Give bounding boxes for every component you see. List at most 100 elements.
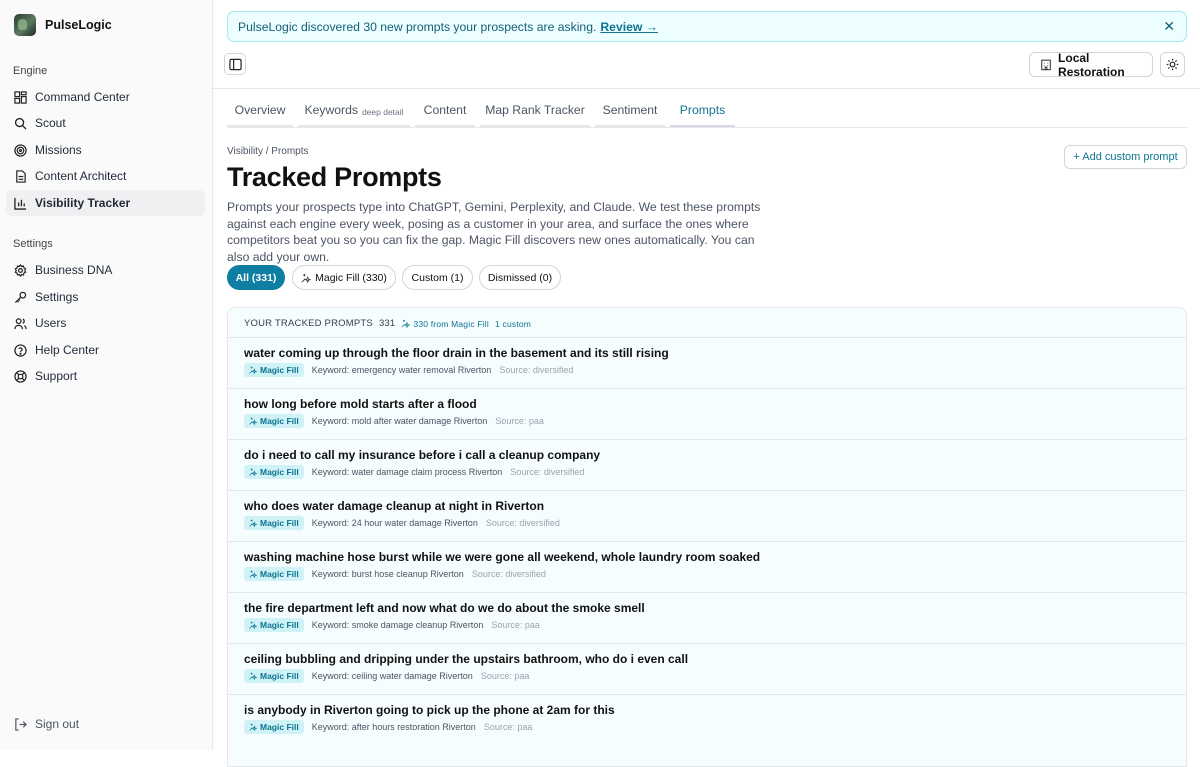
sparkle-icon — [249, 570, 257, 578]
sun-icon — [1166, 58, 1179, 71]
magic-fill-badge: Magic Fill — [244, 516, 304, 530]
sidebar-item-content-architect[interactable]: Content Architect — [6, 163, 205, 189]
toggle-sidebar-button[interactable] — [224, 53, 246, 75]
banner-review-link[interactable]: Review → — [600, 20, 658, 34]
magic-fill-count: 330 from Magic Fill — [401, 319, 489, 329]
tab-label: Content — [423, 103, 467, 117]
prompt-row[interactable]: do i need to call my insurance before i … — [228, 439, 1186, 490]
prompt-row[interactable]: water coming up through the floor drain … — [228, 337, 1186, 388]
tab-label: Map Rank Tracker — [485, 103, 585, 117]
breadcrumb: Visibility / Prompts — [227, 146, 309, 157]
list-heading: YOUR TRACKED PROMPTS — [244, 318, 373, 329]
prompt-row[interactable]: how long before mold starts after a floo… — [228, 388, 1186, 439]
badge-label: Magic Fill — [260, 467, 299, 477]
prompt-text: is anybody in Riverton going to pick up … — [244, 703, 615, 717]
sparkle-icon — [249, 519, 257, 527]
filter-all[interactable]: All (331) — [227, 265, 285, 290]
brand[interactable]: PulseLogic — [14, 14, 112, 36]
prompt-keyword: Keyword: burst hose cleanup Riverton — [311, 569, 464, 579]
sidebar-item-visibility-tracker[interactable]: Visibility Tracker — [6, 190, 205, 216]
tab-prompts[interactable]: Prompts — [670, 98, 735, 127]
badge-label: Magic Fill — [260, 569, 299, 579]
notification-banner: PulseLogic discovered 30 new prompts you… — [227, 11, 1187, 42]
gear-icon — [14, 263, 27, 277]
nav-section-engine: Engine — [13, 65, 48, 77]
prompt-source: Source: paa — [483, 722, 533, 732]
sidebar-item-command-center[interactable]: Command Center — [6, 84, 205, 110]
prompt-meta: Magic Fill Keyword: mold after water dama… — [244, 414, 544, 428]
badge-label: Magic Fill — [260, 365, 299, 375]
prompt-row[interactable]: who does water damage cleanup at night i… — [228, 490, 1186, 541]
sidebar-item-users[interactable]: Users — [6, 310, 205, 336]
tracked-prompts-card: YOUR TRACKED PROMPTS 331 330 from Magic … — [227, 307, 1187, 767]
tab-content[interactable]: Content — [415, 98, 475, 127]
help-icon — [14, 343, 27, 357]
prompt-keyword: Keyword: 24 hour water damage Riverton — [311, 518, 478, 528]
close-icon[interactable]: ✕ — [1163, 19, 1175, 33]
building-icon — [1041, 59, 1051, 71]
magic-fill-badge: Magic Fill — [244, 567, 304, 581]
search-icon — [14, 117, 27, 130]
add-custom-prompt-button[interactable]: + Add custom prompt — [1064, 145, 1187, 169]
filter-dismissed[interactable]: Dismissed (0) — [479, 265, 561, 290]
prompt-text: who does water damage cleanup at night i… — [244, 499, 545, 513]
brand-logo — [14, 14, 36, 36]
sparkle-icon — [249, 672, 257, 680]
brand-name: PulseLogic — [45, 18, 112, 32]
location-selector-button[interactable]: Local Restoration — [1029, 51, 1153, 79]
prompt-text: how long before mold starts after a floo… — [244, 397, 477, 411]
sidebar-item-label: Visibility Tracker — [35, 196, 131, 210]
prompt-keyword: Keyword: water damage claim process Rive… — [311, 467, 503, 477]
prompt-row[interactable]: is anybody in Riverton going to pick up … — [228, 694, 1186, 745]
prompt-source: Source: diversified — [485, 518, 560, 528]
badge-label: Magic Fill — [260, 416, 299, 426]
filter-magic-fill[interactable]: Magic Fill (330) — [292, 265, 396, 290]
magic-fill-badge: Magic Fill — [244, 363, 304, 377]
sparkle-icon — [249, 723, 257, 731]
prompt-row[interactable]: ceiling bubbling and dripping under the … — [228, 643, 1186, 694]
prompt-meta: Magic Fill Keyword: water damage claim pr… — [244, 465, 584, 479]
prompt-keyword: Keyword: after hours restoration Riverto… — [311, 722, 476, 732]
prompt-meta: Magic Fill Keyword: after hours restorati… — [244, 720, 532, 734]
tab-map-rank-tracker[interactable]: Map Rank Tracker — [480, 98, 590, 127]
prompt-meta: Magic Fill Keyword: emergency water remov… — [244, 363, 573, 377]
sidebar-item-label: Help Center — [35, 343, 100, 357]
sidebar-item-settings[interactable]: Settings — [6, 284, 205, 310]
sign-out-icon — [15, 717, 27, 731]
sidebar-item-missions[interactable]: Missions — [6, 137, 205, 163]
prompt-keyword: Keyword: ceiling water damage Riverton — [311, 671, 473, 681]
filter-label: Dismissed (0) — [487, 271, 553, 284]
tab-label: Overview — [234, 103, 286, 117]
banner-text: PulseLogic discovered 30 new prompts you… — [238, 19, 597, 34]
tab-label: Prompts — [679, 103, 726, 117]
tab-sentiment[interactable]: Sentiment — [595, 98, 665, 127]
sparkle-icon — [249, 366, 257, 374]
tab-overview[interactable]: Overview — [227, 98, 293, 127]
filter-label: All (331) — [235, 271, 277, 284]
prompt-source: Source: paa — [491, 620, 540, 630]
prompt-keyword: Keyword: mold after water damage Riverto… — [311, 416, 488, 426]
list-count: 331 — [378, 318, 396, 329]
prompt-row[interactable]: washing machine hose burst while we were… — [228, 541, 1186, 592]
sidebar-item-support[interactable]: Support — [6, 363, 205, 389]
sidebar-item-help-center[interactable]: Help Center — [6, 337, 205, 363]
sparkle-icon — [401, 319, 411, 328]
prompt-row[interactable]: the fire department left and now what do… — [228, 592, 1186, 643]
page-title: Tracked Prompts — [227, 162, 442, 192]
prompt-source: Source: diversified — [510, 467, 585, 477]
target-icon — [14, 143, 27, 157]
filter-label: Magic Fill (330) — [315, 271, 387, 284]
sparkle-icon — [249, 468, 257, 476]
sidebar-item-business-dna[interactable]: Business DNA — [6, 257, 205, 283]
magic-fill-count-label: 330 from Magic Fill — [413, 318, 489, 329]
sidebar-item-scout[interactable]: Scout — [6, 110, 205, 136]
lifebuoy-icon — [14, 369, 27, 383]
sign-out-button[interactable]: Sign out — [6, 711, 205, 737]
filter-custom[interactable]: Custom (1) — [402, 265, 473, 290]
sidebar-item-label: Users — [35, 316, 67, 330]
theme-toggle-button[interactable] — [1160, 52, 1185, 77]
prompt-text: washing machine hose burst while we were… — [244, 550, 761, 564]
tab-keywords[interactable]: Keywords deep detail — [298, 98, 410, 127]
bar-chart-icon — [14, 197, 27, 210]
nav-section-settings: Settings — [13, 238, 53, 250]
